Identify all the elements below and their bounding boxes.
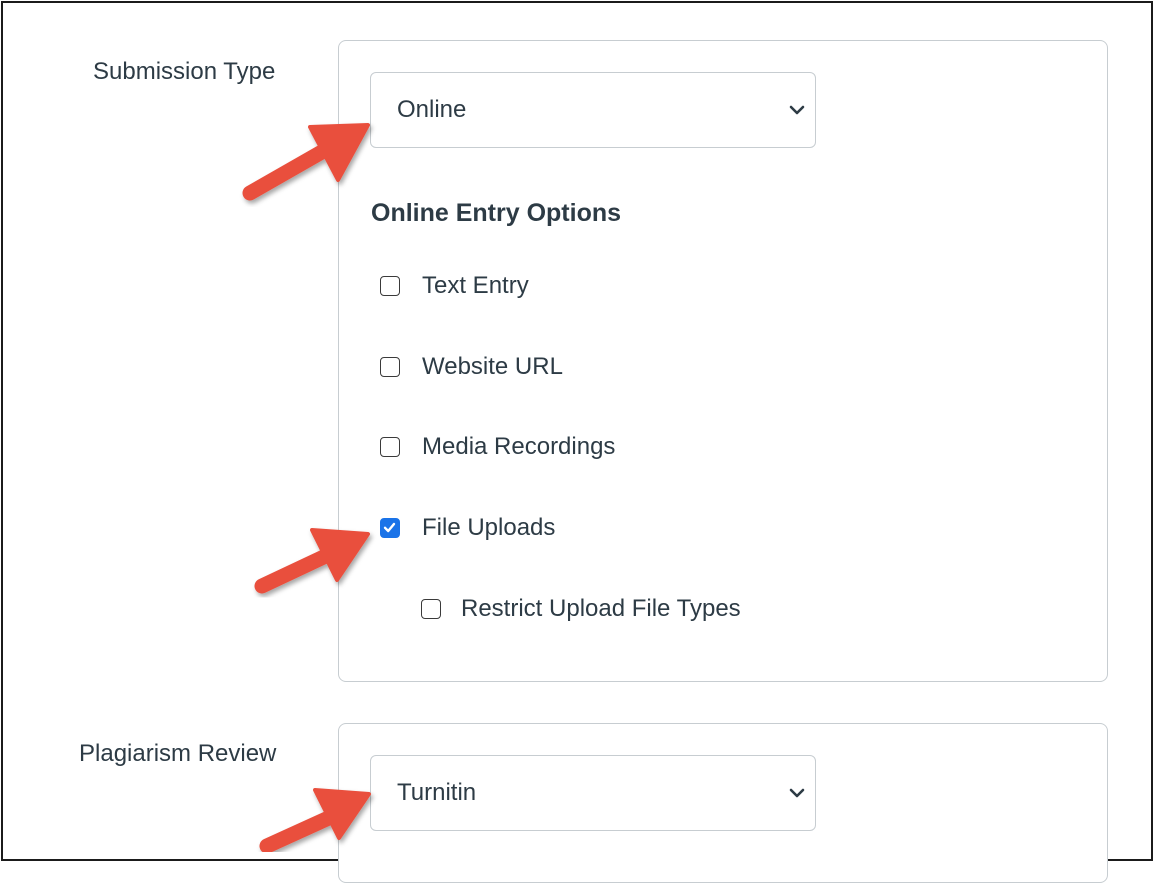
submission-type-value: Online bbox=[397, 96, 467, 123]
checkbox-label: File Uploads bbox=[422, 514, 556, 541]
checkbox-label: Text Entry bbox=[422, 272, 529, 299]
chevron-down-icon bbox=[789, 788, 805, 798]
plagiarism-review-select[interactable]: Turnitin bbox=[370, 755, 816, 831]
checkbox-file-uploads[interactable]: File Uploads bbox=[380, 511, 555, 545]
checkmark-icon bbox=[383, 522, 396, 533]
red-arrow-icon bbox=[259, 788, 371, 852]
plagiarism-review-value: Turnitin bbox=[397, 779, 477, 806]
checkbox-box[interactable] bbox=[380, 276, 400, 296]
checkbox-box[interactable] bbox=[380, 357, 400, 377]
checkbox-label: Restrict Upload File Types bbox=[461, 595, 741, 622]
plagiarism-review-label: Plagiarism Review bbox=[79, 740, 277, 767]
submission-type-label: Submission Type bbox=[93, 58, 276, 85]
checkbox-box[interactable] bbox=[421, 599, 441, 619]
red-arrow-icon bbox=[254, 528, 370, 594]
checkbox-website-url[interactable]: Website URL bbox=[380, 350, 563, 384]
checkbox-label: Media Recordings bbox=[422, 433, 616, 460]
checkbox-box[interactable] bbox=[380, 437, 400, 457]
checkbox-text-entry[interactable]: Text Entry bbox=[380, 269, 529, 303]
checkbox-box-checked[interactable] bbox=[380, 518, 400, 538]
checkbox-label: Website URL bbox=[422, 353, 563, 380]
online-entry-options-heading: Online Entry Options bbox=[371, 199, 622, 227]
submission-type-select[interactable]: Online bbox=[370, 72, 816, 148]
red-arrow-icon bbox=[242, 123, 370, 201]
checkbox-media-recordings[interactable]: Media Recordings bbox=[380, 430, 615, 464]
chevron-down-icon bbox=[789, 105, 805, 115]
checkbox-restrict-upload-file-types[interactable]: Restrict Upload File Types bbox=[421, 592, 741, 626]
